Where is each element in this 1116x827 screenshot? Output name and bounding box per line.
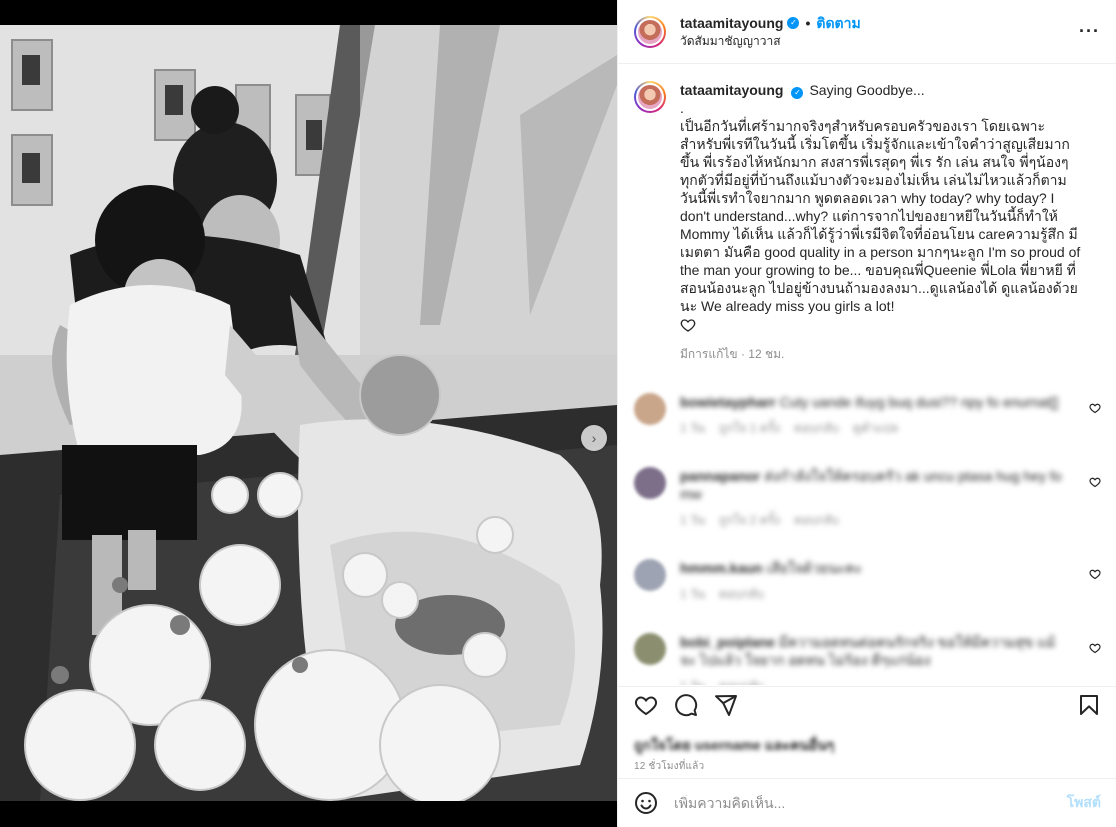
author-username[interactable]: tataamitayoung [680, 14, 783, 32]
avatar[interactable] [634, 559, 666, 591]
post-detail-panel: tataamitayoung ✓ • ติดตาม วัดสัมมาชัญญาว… [617, 0, 1116, 827]
comment-meta-item: 1 วัน [680, 587, 705, 601]
bookmark-icon[interactable] [1077, 693, 1101, 717]
comment-row: bobi_poiplane มีความอดทนต่อคนรักจริง ขอใ… [634, 633, 1101, 685]
heart-outline-icon[interactable] [1089, 401, 1101, 419]
likes-count[interactable]: ถูกใจโดย username และคนอื่นๆ [634, 735, 1101, 753]
comment-meta-item: 1 วัน [680, 421, 705, 435]
comment-bubble-icon[interactable] [674, 693, 698, 717]
verified-badge-icon: ✓ [791, 87, 804, 99]
action-bar: ถูกใจโดย username และคนอื่นๆ 12 ชั่วโมงท… [618, 686, 1116, 774]
heart-outline-icon[interactable] [1089, 641, 1101, 659]
caption-meta: มีการแก้ไข · 12 ชม. [680, 345, 1085, 363]
post-age: 12 ชม. [748, 347, 785, 361]
next-image-button[interactable]: › [581, 425, 607, 451]
comment-text: Cuty uande ifuyg buq dusi?? npy fo enurn… [779, 394, 1059, 410]
paper-plane-share-icon[interactable] [714, 693, 738, 717]
post-media: › [0, 0, 617, 827]
comment-meta-item[interactable]: ตอบกลับ [794, 421, 839, 435]
follow-button[interactable]: ติดตาม [816, 14, 860, 32]
comment-text: เสียใจด้วยนะคะ [766, 560, 863, 576]
comment-meta-item: 1 วัน [680, 513, 705, 527]
photo-illustration [0, 25, 617, 801]
comment-username[interactable]: bowietaypharr [680, 394, 776, 410]
comment-meta-item[interactable]: ตอบกลับ [719, 679, 764, 685]
comment-input[interactable] [674, 795, 1067, 811]
comment-meta: 1 วัน ถูกใจ 1 ครั้ง ตอบกลับ ดูคำแปล [680, 419, 1070, 437]
post-photo[interactable]: › [0, 25, 617, 801]
emoji-smiley-icon[interactable] [634, 791, 658, 815]
separator-dot: • [805, 14, 811, 31]
more-options-icon[interactable]: ··· [1079, 21, 1100, 42]
post-header: tataamitayoung ✓ • ติดตาม วัดสัมมาชัญญาว… [618, 0, 1116, 64]
avatar[interactable] [634, 393, 666, 425]
heart-outline-icon[interactable] [1089, 475, 1101, 493]
comment-meta-item[interactable]: ตอบกลับ [719, 587, 764, 601]
avatar[interactable] [634, 15, 666, 48]
comment-meta: 1 วัน ตอบกลับ [680, 585, 1070, 603]
comment-meta: 1 วัน ตอบกลับ [680, 677, 1070, 685]
post-timestamp: 12 ชั่วโมงที่แล้ว [634, 761, 705, 772]
comment-meta-item: 1 วัน [680, 679, 705, 685]
heart-outline-icon[interactable] [634, 693, 658, 717]
comment-list: bowietaypharr Cuty uande ifuyg buq dusi?… [634, 393, 1101, 685]
separator-dot: · [740, 347, 745, 361]
comment-meta-item[interactable]: ถูกใจ 2 ครั้ง [719, 513, 780, 527]
caption-username[interactable]: tataamitayoung [680, 82, 783, 98]
post-comment-button[interactable]: โพสต์ [1067, 792, 1101, 814]
comment-username[interactable]: pannapanor [680, 468, 760, 484]
comment-row: pannapanor ส่งกำลังใจให้ครอบครัว ak uncu… [634, 467, 1101, 529]
comment-row: hmmm.kaun เสียใจด้วยนะคะ 1 วัน ตอบกลับ [634, 559, 1101, 603]
add-comment-bar: โพสต์ [618, 778, 1116, 827]
heart-outline-icon[interactable] [680, 317, 1085, 337]
caption-text: tataamitayoung ✓ Saying Goodbye... . เป็นอ… [680, 81, 1085, 315]
verified-badge-icon: ✓ [787, 16, 800, 29]
comment-meta-item[interactable]: ดูคำแปล [853, 421, 898, 435]
comment-meta: 1 วัน ถูกใจ 2 ครั้ง ตอบกลับ [680, 511, 1070, 529]
comment-meta-item[interactable]: ถูกใจ 1 ครั้ง [719, 421, 780, 435]
chevron-right-icon: › [591, 430, 597, 446]
comment-username[interactable]: bobi_poiplane [680, 634, 775, 650]
heart-outline-icon[interactable] [1089, 567, 1101, 585]
comment-meta-item[interactable]: ตอบกลับ [794, 513, 839, 527]
avatar[interactable] [634, 633, 666, 665]
comment-username[interactable]: hmmm.kaun [680, 560, 762, 576]
avatar[interactable] [634, 467, 666, 499]
caption-body-text: Saying Goodbye... . เป็นอีกวันที่เศร้ามา… [680, 82, 1081, 314]
post-caption: tataamitayoung ✓ Saying Goodbye... . เป็นอ… [634, 81, 1101, 363]
comment-row: bowietaypharr Cuty uande ifuyg buq dusi?… [634, 393, 1101, 437]
location-link[interactable]: วัดสัมมาชัญญาวาส [680, 32, 861, 50]
edited-label: มีการแก้ไข [680, 347, 738, 361]
comments-section[interactable]: tataamitayoung ✓ Saying Goodbye... . เป็นอ… [618, 65, 1116, 685]
avatar[interactable] [634, 81, 666, 113]
